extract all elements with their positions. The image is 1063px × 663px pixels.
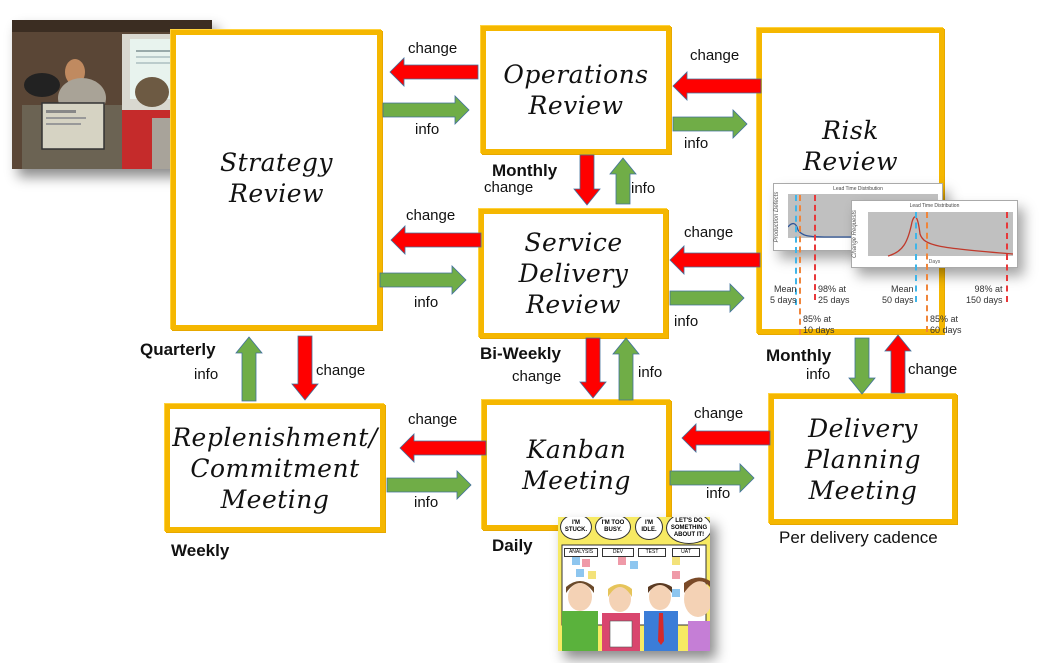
label-change-risk-to-ops: change [690, 47, 740, 64]
chart2-plot [868, 212, 1013, 257]
cadence-replenishment-meeting: Weekly [171, 541, 230, 560]
change-arrow-sdr-to-strategy [390, 225, 482, 255]
cadence-kanban-meeting: Daily [492, 536, 533, 555]
info-arrow-strategy-to-ops [382, 95, 470, 125]
label-info-kanban-to-delivery: info [706, 485, 731, 502]
label-info-risk-to-delivery: info [806, 366, 831, 383]
cadence-service-delivery-review: Bi-Weekly [480, 344, 561, 363]
label-change-sdr-to-strategy: change [406, 207, 456, 224]
info-arrow-sdr-to-risk [669, 283, 745, 313]
comic-column-uat: UAT [672, 548, 700, 557]
risk-review-title: Risk Review [803, 116, 898, 176]
info-arrow-ops-to-risk [672, 109, 748, 139]
label-change-delivery-to-risk: change [908, 361, 958, 378]
change-arrow-risk-to-sdr [669, 245, 761, 275]
label-info-sdr-to-risk: info [674, 313, 699, 330]
info-arrow-risk-to-delivery [848, 337, 876, 395]
chart2-98pct-line [1006, 212, 1008, 302]
comic-column-analysis: ANALYSIS [564, 548, 598, 557]
strategy-review-box: Strategy Review [171, 30, 382, 330]
chart2-85pct-annotation: 85% at 60 days [930, 314, 962, 335]
operations-review-box: Operations Review [481, 26, 671, 154]
service-delivery-review-box: Service Delivery Review [479, 209, 668, 338]
comic-column-dev: DEV [602, 548, 634, 557]
cadence-strategy-review: Quarterly [140, 340, 216, 359]
chart2-ylabel: Change Requests [852, 209, 858, 259]
label-change-risk-to-sdr: change [684, 224, 734, 241]
chart2-85pct-line [926, 212, 928, 332]
label-info-replenishment-to-strategy: info [194, 366, 219, 383]
label-info-ops-to-risk: info [684, 135, 709, 152]
info-arrow-strategy-to-sdr [379, 265, 467, 295]
replenishment-meeting-title: Replenishment/ Commitment Meeting [172, 422, 378, 514]
chart1-mean-annotation: Mean 5 days [770, 284, 797, 305]
chart2-mean-line [915, 212, 917, 302]
change-arrow-kanban-to-replenishment [399, 433, 487, 463]
chart2-98pct-annotation: 98% at 150 days [966, 284, 1003, 305]
change-arrow-risk-to-ops [672, 71, 762, 101]
label-change-delivery-to-kanban: change [694, 405, 744, 422]
chart2-title: Lead Time Distribution [909, 203, 960, 209]
chart2-mean-annotation: Mean 50 days [882, 284, 914, 305]
chart1-title: Lead Time Distribution [833, 186, 883, 192]
chart1-85pct-annotation: 85% at 10 days [803, 314, 835, 335]
kanban-standup-comic: I'M STUCK. I'M TOO BUSY. I'M IDLE. LET'S… [558, 517, 710, 651]
kanban-meeting-title: Kanban Meeting [522, 435, 631, 495]
chart2-xlabel: Days [928, 259, 941, 265]
change-arrow-ops-to-sdr [573, 154, 601, 206]
operations-review-title: Operations Review [503, 60, 649, 120]
label-change-ops-to-sdr: change [484, 179, 534, 196]
chart1-98pct-line [814, 195, 816, 300]
chart1-85pct-line [799, 195, 801, 335]
label-change-sdr-to-kanban: change [512, 368, 562, 385]
label-info-strategy-to-sdr: info [414, 294, 439, 311]
comic-column-test: TEST [638, 548, 666, 557]
service-delivery-review-title: Service Delivery Review [518, 228, 629, 319]
chart1-ylabel: Production Defects [774, 191, 780, 243]
change-arrow-delivery-to-kanban [681, 423, 771, 453]
label-change-strategy-to-replenishment: change [316, 362, 366, 379]
cadence-operations-review: Monthly [492, 161, 558, 180]
replenishment-meeting-box: Replenishment/ Commitment Meeting [165, 404, 385, 532]
change-arrow-ops-to-strategy [389, 57, 479, 87]
info-arrow-replenishment-to-strategy [235, 336, 263, 402]
label-info-replenishment-to-kanban: info [414, 494, 439, 511]
change-arrow-sdr-to-kanban [579, 337, 607, 399]
info-arrow-kanban-to-sdr [612, 337, 640, 401]
label-info-kanban-to-sdr: info [638, 364, 663, 381]
cadence-delivery-planning-meeting: Per delivery cadence [779, 528, 938, 547]
change-arrow-strategy-to-replenishment [291, 335, 319, 401]
lead-time-chart-change-requests: Lead Time Distribution Change Requests D… [851, 200, 1018, 268]
kanban-meeting-box: Kanban Meeting [482, 400, 671, 530]
label-info-strategy-to-ops: info [415, 121, 440, 138]
delivery-planning-meeting-title: Delivery Planning Meeting [804, 413, 922, 505]
delivery-planning-meeting-box: Delivery Planning Meeting [769, 394, 957, 524]
cadence-risk-review: Monthly [766, 346, 832, 365]
chart1-98pct-annotation: 98% at 25 days [818, 284, 850, 305]
strategy-review-title: Strategy Review [220, 148, 333, 208]
label-change-kanban-to-replenishment: change [408, 411, 458, 428]
label-info-sdr-to-ops: info [631, 180, 656, 197]
label-change-ops-to-strategy: change [408, 40, 458, 57]
